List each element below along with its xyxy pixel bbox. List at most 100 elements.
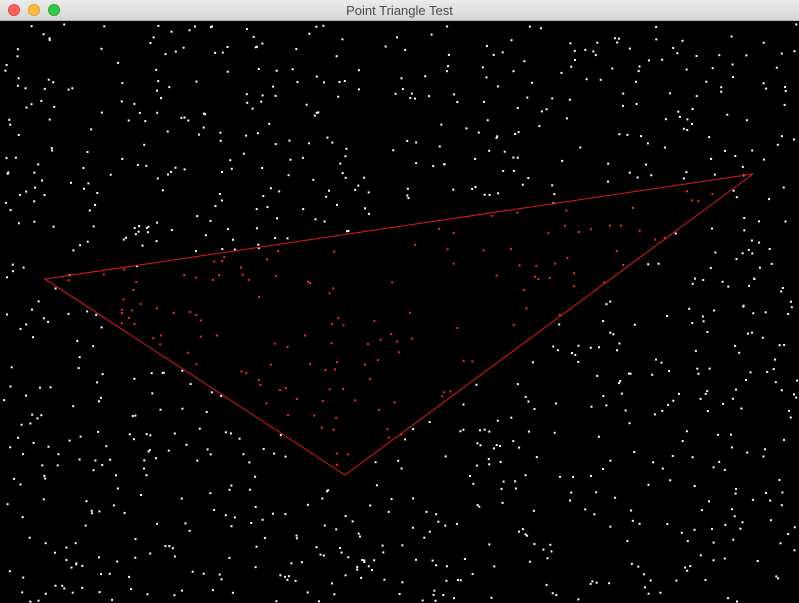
inside-point	[287, 414, 289, 417]
outside-point	[317, 111, 320, 114]
outside-point	[256, 45, 258, 48]
drawing-canvas[interactable]	[0, 21, 799, 603]
outside-point	[44, 542, 47, 545]
outside-point	[33, 200, 36, 203]
outside-point	[730, 446, 733, 449]
outside-point	[347, 556, 350, 559]
outside-point	[533, 543, 536, 545]
outside-point	[194, 250, 197, 253]
outside-point	[132, 438, 135, 441]
outside-point	[796, 379, 799, 382]
outside-point	[357, 184, 360, 187]
outside-point	[793, 50, 796, 53]
outside-point	[141, 244, 144, 247]
outside-point	[500, 487, 503, 490]
outside-point	[704, 579, 707, 582]
outside-point	[493, 447, 495, 450]
outside-point	[301, 156, 304, 159]
outside-point	[322, 554, 325, 557]
outside-point	[653, 413, 656, 416]
inside-point	[456, 327, 459, 329]
outside-point	[475, 464, 478, 467]
outside-point	[94, 204, 97, 206]
outside-point	[424, 75, 427, 78]
outside-point	[398, 593, 401, 595]
outside-point	[29, 422, 32, 425]
outside-point	[226, 228, 229, 231]
outside-point	[34, 186, 37, 189]
outside-point	[753, 277, 756, 280]
outside-point	[765, 491, 767, 494]
outside-point	[783, 438, 785, 441]
outside-point	[29, 600, 32, 603]
outside-point	[120, 100, 123, 103]
outside-point	[17, 134, 20, 136]
outside-point	[795, 396, 798, 399]
inside-point	[216, 334, 219, 337]
outside-point	[81, 564, 84, 567]
inside-point	[609, 224, 611, 227]
outside-point	[655, 38, 658, 41]
outside-point	[188, 529, 191, 532]
outside-point	[82, 167, 85, 169]
outside-point	[718, 54, 721, 57]
inside-point	[564, 224, 567, 227]
inside-point	[172, 312, 175, 314]
outside-point	[98, 510, 101, 513]
outside-point	[668, 370, 671, 372]
outside-point	[748, 284, 751, 287]
outside-point	[618, 382, 621, 385]
outside-point	[230, 525, 233, 528]
triangle-outline	[43, 173, 754, 476]
outside-point	[778, 479, 781, 481]
title-bar[interactable]: Point Triangle Test	[0, 0, 799, 21]
outside-point	[196, 215, 199, 218]
outside-point	[170, 170, 172, 173]
outside-point	[273, 452, 276, 455]
outside-point	[727, 285, 730, 288]
outside-point	[459, 579, 462, 582]
outside-point	[527, 430, 530, 433]
outside-point	[268, 122, 271, 125]
outside-point	[361, 559, 364, 561]
outside-point	[194, 25, 196, 28]
inside-point	[335, 452, 338, 455]
outside-point	[130, 588, 133, 591]
outside-point	[710, 157, 713, 160]
outside-point	[655, 358, 657, 361]
outside-point	[720, 90, 723, 93]
outside-point	[681, 440, 684, 442]
outside-point	[144, 120, 147, 123]
outside-point	[100, 326, 103, 329]
inside-point	[245, 372, 248, 374]
outside-point	[367, 212, 370, 215]
outside-point	[400, 77, 403, 80]
outside-point	[255, 208, 258, 211]
outside-point	[40, 99, 43, 102]
outside-point	[626, 133, 629, 136]
outside-point	[335, 55, 338, 58]
outside-point	[65, 546, 68, 549]
inside-point	[330, 342, 333, 345]
outside-point	[43, 87, 46, 90]
outside-point	[573, 49, 576, 52]
outside-point	[228, 556, 231, 559]
outside-point	[713, 173, 716, 176]
outside-point	[499, 461, 502, 463]
outside-point	[762, 82, 765, 85]
outside-point	[751, 331, 753, 334]
inside-point	[313, 414, 316, 417]
inside-point	[284, 387, 287, 390]
outside-point	[86, 240, 89, 243]
outside-point	[133, 227, 136, 230]
outside-point	[736, 600, 738, 603]
outside-point	[455, 522, 458, 525]
outside-point	[675, 579, 678, 582]
inside-point	[304, 334, 307, 337]
outside-point	[664, 118, 667, 121]
outside-point	[16, 84, 19, 87]
outside-point	[415, 141, 418, 144]
outside-point	[589, 346, 592, 349]
outside-point	[674, 232, 677, 235]
inside-point	[120, 308, 123, 311]
